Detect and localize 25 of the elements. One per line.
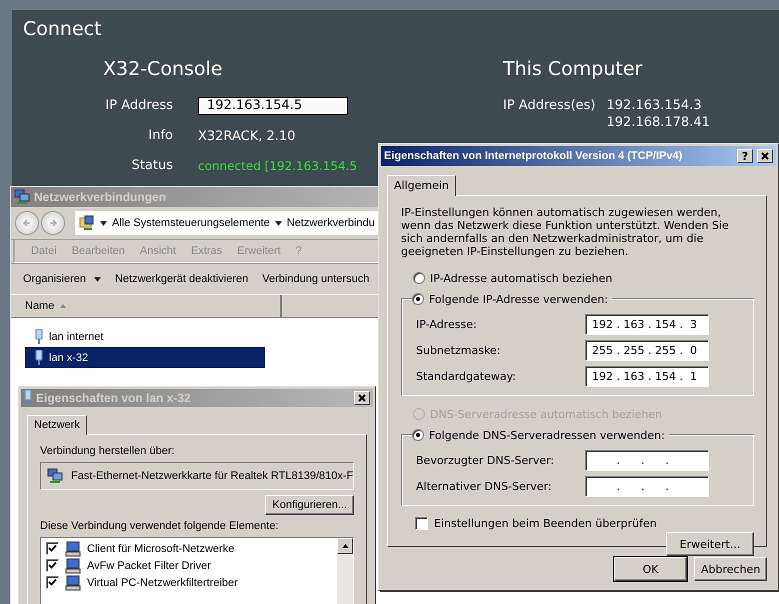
field-label: IP-Adresse: xyxy=(416,318,477,330)
status-text: connected [192.163.154.5 xyxy=(198,159,358,173)
window-title: Eigenschaften von lan x-32 xyxy=(36,391,192,405)
field-label: Info xyxy=(147,127,173,145)
field-label: IP Address xyxy=(104,97,173,115)
element-label: AvFw Packet Filter Driver xyxy=(87,560,211,572)
field-label: IP Address(es) xyxy=(503,97,596,115)
ip-address-text: 192.168.178.41 xyxy=(606,114,710,131)
section-heading: This Computer xyxy=(503,58,644,82)
section-label: Diese Verbindung verwendet folgende Elemente: xyxy=(40,520,280,532)
adapter-field: Fast-Ethernet-Netzwerkkarte für Realtek RTL8139/810x-F xyxy=(40,462,354,490)
window-title: Eigenschaften von Internetprotokoll Version 4 (TCP/IPv4) xyxy=(384,150,684,162)
element-label: Virtual PC-Netzwerkfiltertreiber xyxy=(87,576,238,588)
element-label: Client für Microsoft-Netzwerke xyxy=(87,542,234,554)
info-text: X32RACK, 2.10 xyxy=(198,128,296,144)
field-label: Alternativer DNS-Server: xyxy=(416,480,552,492)
field-label: Subnetzmaske: xyxy=(416,344,500,356)
window-title: Netzwerkverbindungen xyxy=(34,190,166,204)
field-label: Standardgateway: xyxy=(416,370,516,382)
ip-address-text: 192.163.154.3 xyxy=(606,97,703,114)
field-label: Status xyxy=(130,157,173,175)
field-label: Bevorzugter DNS-Server: xyxy=(416,454,554,466)
panel-title: Connect xyxy=(23,18,103,40)
section-heading: X32-Console xyxy=(103,58,224,82)
section-label: Verbindung herstellen über: xyxy=(40,445,176,457)
